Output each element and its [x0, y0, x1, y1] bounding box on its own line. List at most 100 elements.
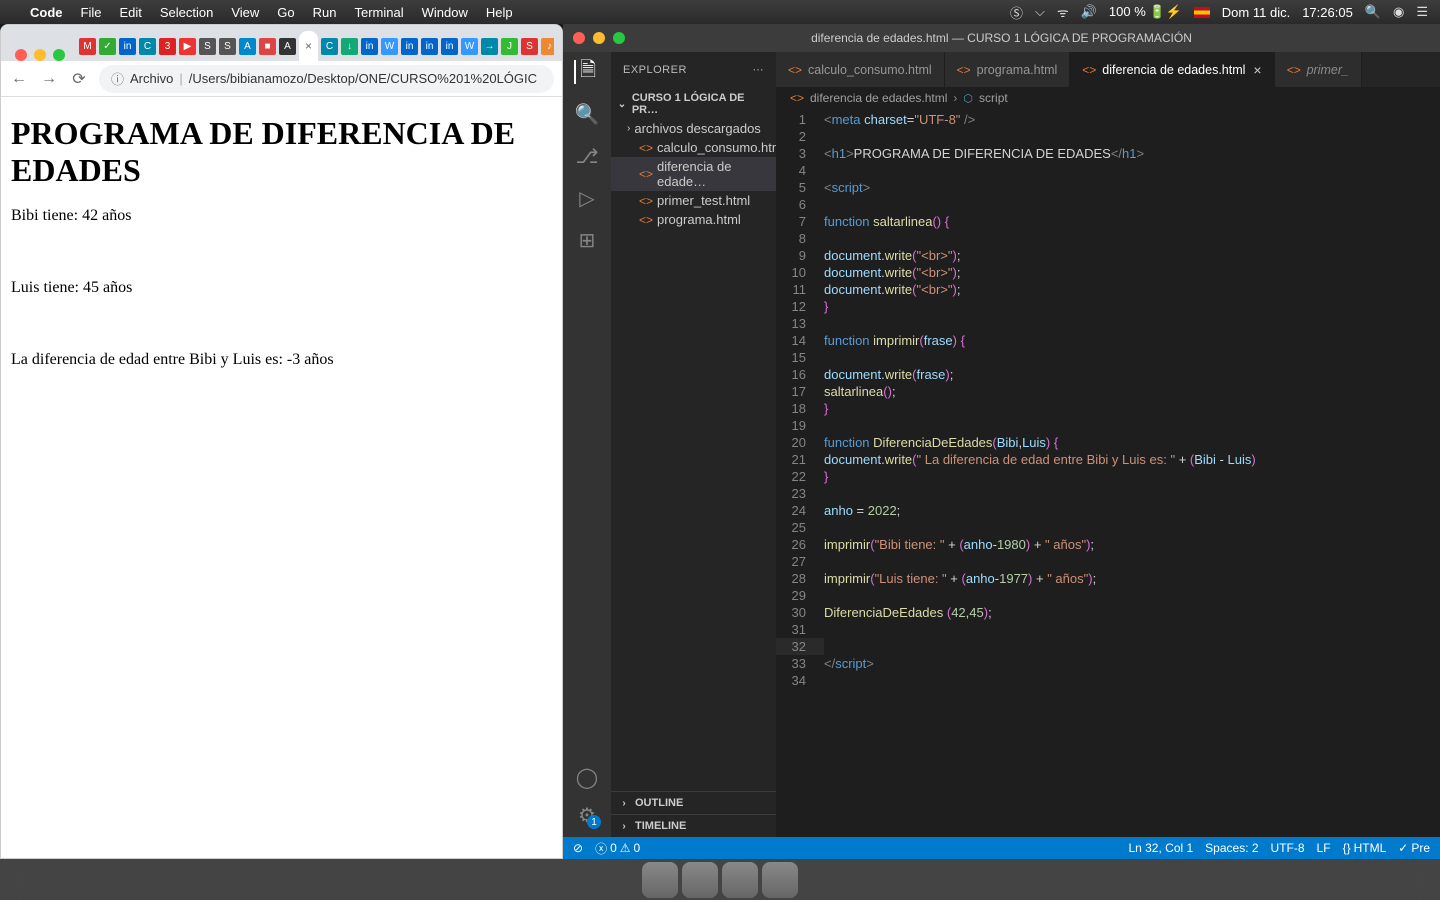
chevron-right-icon: › — [617, 798, 631, 809]
breadcrumb[interactable]: <> diferencia de edades.html › ⬡ script — [776, 87, 1440, 109]
status-eol[interactable]: LF — [1317, 841, 1331, 855]
file-primer-test[interactable]: <> primer_test.html — [611, 191, 776, 210]
file-diferencia[interactable]: <> diferencia de edade… — [611, 157, 776, 191]
explorer-icon[interactable]: 🗎 — [574, 60, 598, 84]
tab-diferencia[interactable]: <> diferencia de edades.html × — [1070, 52, 1274, 87]
menu-file[interactable]: File — [81, 5, 102, 20]
menu-go[interactable]: Go — [277, 5, 294, 20]
forward-button[interactable]: → — [39, 69, 59, 89]
account-icon[interactable]: ◯ — [575, 765, 599, 789]
status-remote[interactable]: ⊘ — [573, 841, 583, 855]
address-bar[interactable]: ⓘ Archivo | /Users/bibianamozo/Desktop/O… — [99, 65, 554, 93]
favicon[interactable]: A — [279, 38, 296, 55]
favicon[interactable]: → — [481, 38, 498, 55]
favicon[interactable]: ↓ — [341, 38, 358, 55]
more-icon[interactable]: ⋯ — [753, 63, 765, 76]
status-bar: ⊘ ⓧ 0 ⚠ 0 Ln 32, Col 1 Spaces: 2 UTF-8 L… — [563, 837, 1440, 859]
favicon[interactable]: ✓ — [99, 38, 116, 55]
favicon[interactable]: C — [139, 38, 156, 55]
menu-terminal[interactable]: Terminal — [355, 5, 404, 20]
dock-app[interactable] — [722, 862, 758, 898]
favicon[interactable]: M — [79, 38, 96, 55]
bluetooth-icon[interactable]: ⌵ — [1035, 4, 1045, 20]
outline-section[interactable]: › OUTLINE — [611, 791, 776, 814]
html-file-icon: <> — [957, 63, 971, 77]
siri-icon[interactable]: ◉ — [1393, 4, 1404, 20]
dock-app[interactable] — [642, 862, 678, 898]
favicon[interactable]: ■ — [259, 38, 276, 55]
html-file-icon: <> — [790, 91, 804, 105]
search-icon[interactable]: 🔍 — [575, 102, 599, 126]
favicon[interactable]: 3 — [159, 38, 176, 55]
flag-spain-icon[interactable] — [1194, 7, 1210, 18]
dock-app[interactable] — [762, 862, 798, 898]
reload-button[interactable]: ⟳ — [69, 69, 89, 89]
favicon[interactable]: in — [119, 38, 136, 55]
sidebar-header: EXPLORER ⋯ — [611, 52, 776, 87]
favicon[interactable]: W — [461, 38, 478, 55]
close-tab-icon[interactable]: × — [1253, 62, 1261, 78]
menu-selection[interactable]: Selection — [160, 5, 213, 20]
volume-icon[interactable]: 🔊 — [1081, 4, 1097, 20]
menu-edit[interactable]: Edit — [119, 5, 141, 20]
code-editor[interactable]: 1<meta charset="UTF-8" /> 2 3<h1>PROGRAM… — [776, 109, 1440, 837]
status-prettier[interactable]: ✓ Pre — [1398, 841, 1430, 855]
menu-list-icon[interactable]: ☰ — [1416, 4, 1428, 20]
favicon[interactable]: C — [321, 38, 338, 55]
favicon[interactable]: W — [381, 38, 398, 55]
file-calculo[interactable]: <> calculo_consumo.html — [611, 138, 776, 157]
menu-run[interactable]: Run — [313, 5, 337, 20]
spotlight-icon[interactable]: 🔍 — [1365, 4, 1381, 20]
minimize-window-button[interactable] — [34, 49, 46, 61]
menu-app[interactable]: Code — [30, 5, 63, 20]
maximize-window-button[interactable] — [53, 49, 65, 61]
status-language[interactable]: {} HTML — [1343, 841, 1387, 855]
favicon[interactable]: ▶ — [179, 38, 196, 55]
file-programa[interactable]: <> programa.html — [611, 210, 776, 229]
settings-icon[interactable]: ⚙1 — [575, 803, 599, 827]
skype-icon[interactable]: Ⓢ — [1010, 3, 1023, 22]
run-debug-icon[interactable]: ▷ — [575, 186, 599, 210]
menubar-time[interactable]: 17:26:05 — [1302, 5, 1353, 20]
browser-tab-active[interactable]: × — [299, 31, 318, 61]
project-root[interactable]: ⌄ CURSO 1 LÓGICA DE PR… — [611, 89, 776, 119]
html-file-icon: <> — [639, 194, 653, 208]
favicon[interactable]: S — [521, 38, 538, 55]
source-control-icon[interactable]: ⎇ — [575, 144, 599, 168]
status-spaces[interactable]: Spaces: 2 — [1205, 841, 1258, 855]
favicon[interactable]: ♪ — [541, 38, 554, 55]
favicon[interactable]: S — [199, 38, 216, 55]
vscode-window-title: diferencia de edades.html — CURSO 1 LÓGI… — [563, 31, 1440, 45]
extensions-icon[interactable]: ⊞ — [575, 228, 599, 252]
tab-calculo[interactable]: <> calculo_consumo.html — [776, 52, 945, 87]
status-problems[interactable]: ⓧ 0 ⚠ 0 — [595, 840, 640, 857]
menu-view[interactable]: View — [231, 5, 259, 20]
folder-archivos[interactable]: › archivos descargados — [611, 119, 776, 138]
favicon[interactable]: A — [239, 38, 256, 55]
tab-programa[interactable]: <> programa.html — [945, 52, 1071, 87]
timeline-section[interactable]: › TIMELINE — [611, 814, 776, 837]
favicon[interactable]: in — [361, 38, 378, 55]
close-window-button[interactable] — [15, 49, 27, 61]
chevron-down-icon: ⌄ — [615, 99, 629, 110]
favicon[interactable]: in — [441, 38, 458, 55]
menubar-date[interactable]: Dom 11 dic. — [1222, 5, 1290, 20]
menu-help[interactable]: Help — [486, 5, 513, 20]
tab-close-icon[interactable]: × — [305, 39, 312, 53]
battery-text[interactable]: 100 % 🔋⚡ — [1109, 4, 1182, 20]
back-button[interactable]: ← — [9, 69, 29, 89]
html-file-icon: <> — [788, 63, 802, 77]
dock-app[interactable] — [682, 862, 718, 898]
html-file-icon: <> — [639, 141, 653, 155]
editor-area: <> calculo_consumo.html <> programa.html… — [776, 52, 1440, 837]
editor-tabs: <> calculo_consumo.html <> programa.html… — [776, 52, 1440, 87]
favicon[interactable]: J — [501, 38, 518, 55]
favicon[interactable]: S — [219, 38, 236, 55]
favicon[interactable]: in — [421, 38, 438, 55]
status-cursor[interactable]: Ln 32, Col 1 — [1128, 841, 1193, 855]
wifi-icon[interactable]: ᯤ — [1057, 3, 1069, 21]
favicon[interactable]: in — [401, 38, 418, 55]
tab-primer[interactable]: <> primer_ — [1275, 52, 1362, 87]
status-encoding[interactable]: UTF-8 — [1271, 841, 1305, 855]
menu-window[interactable]: Window — [422, 5, 468, 20]
